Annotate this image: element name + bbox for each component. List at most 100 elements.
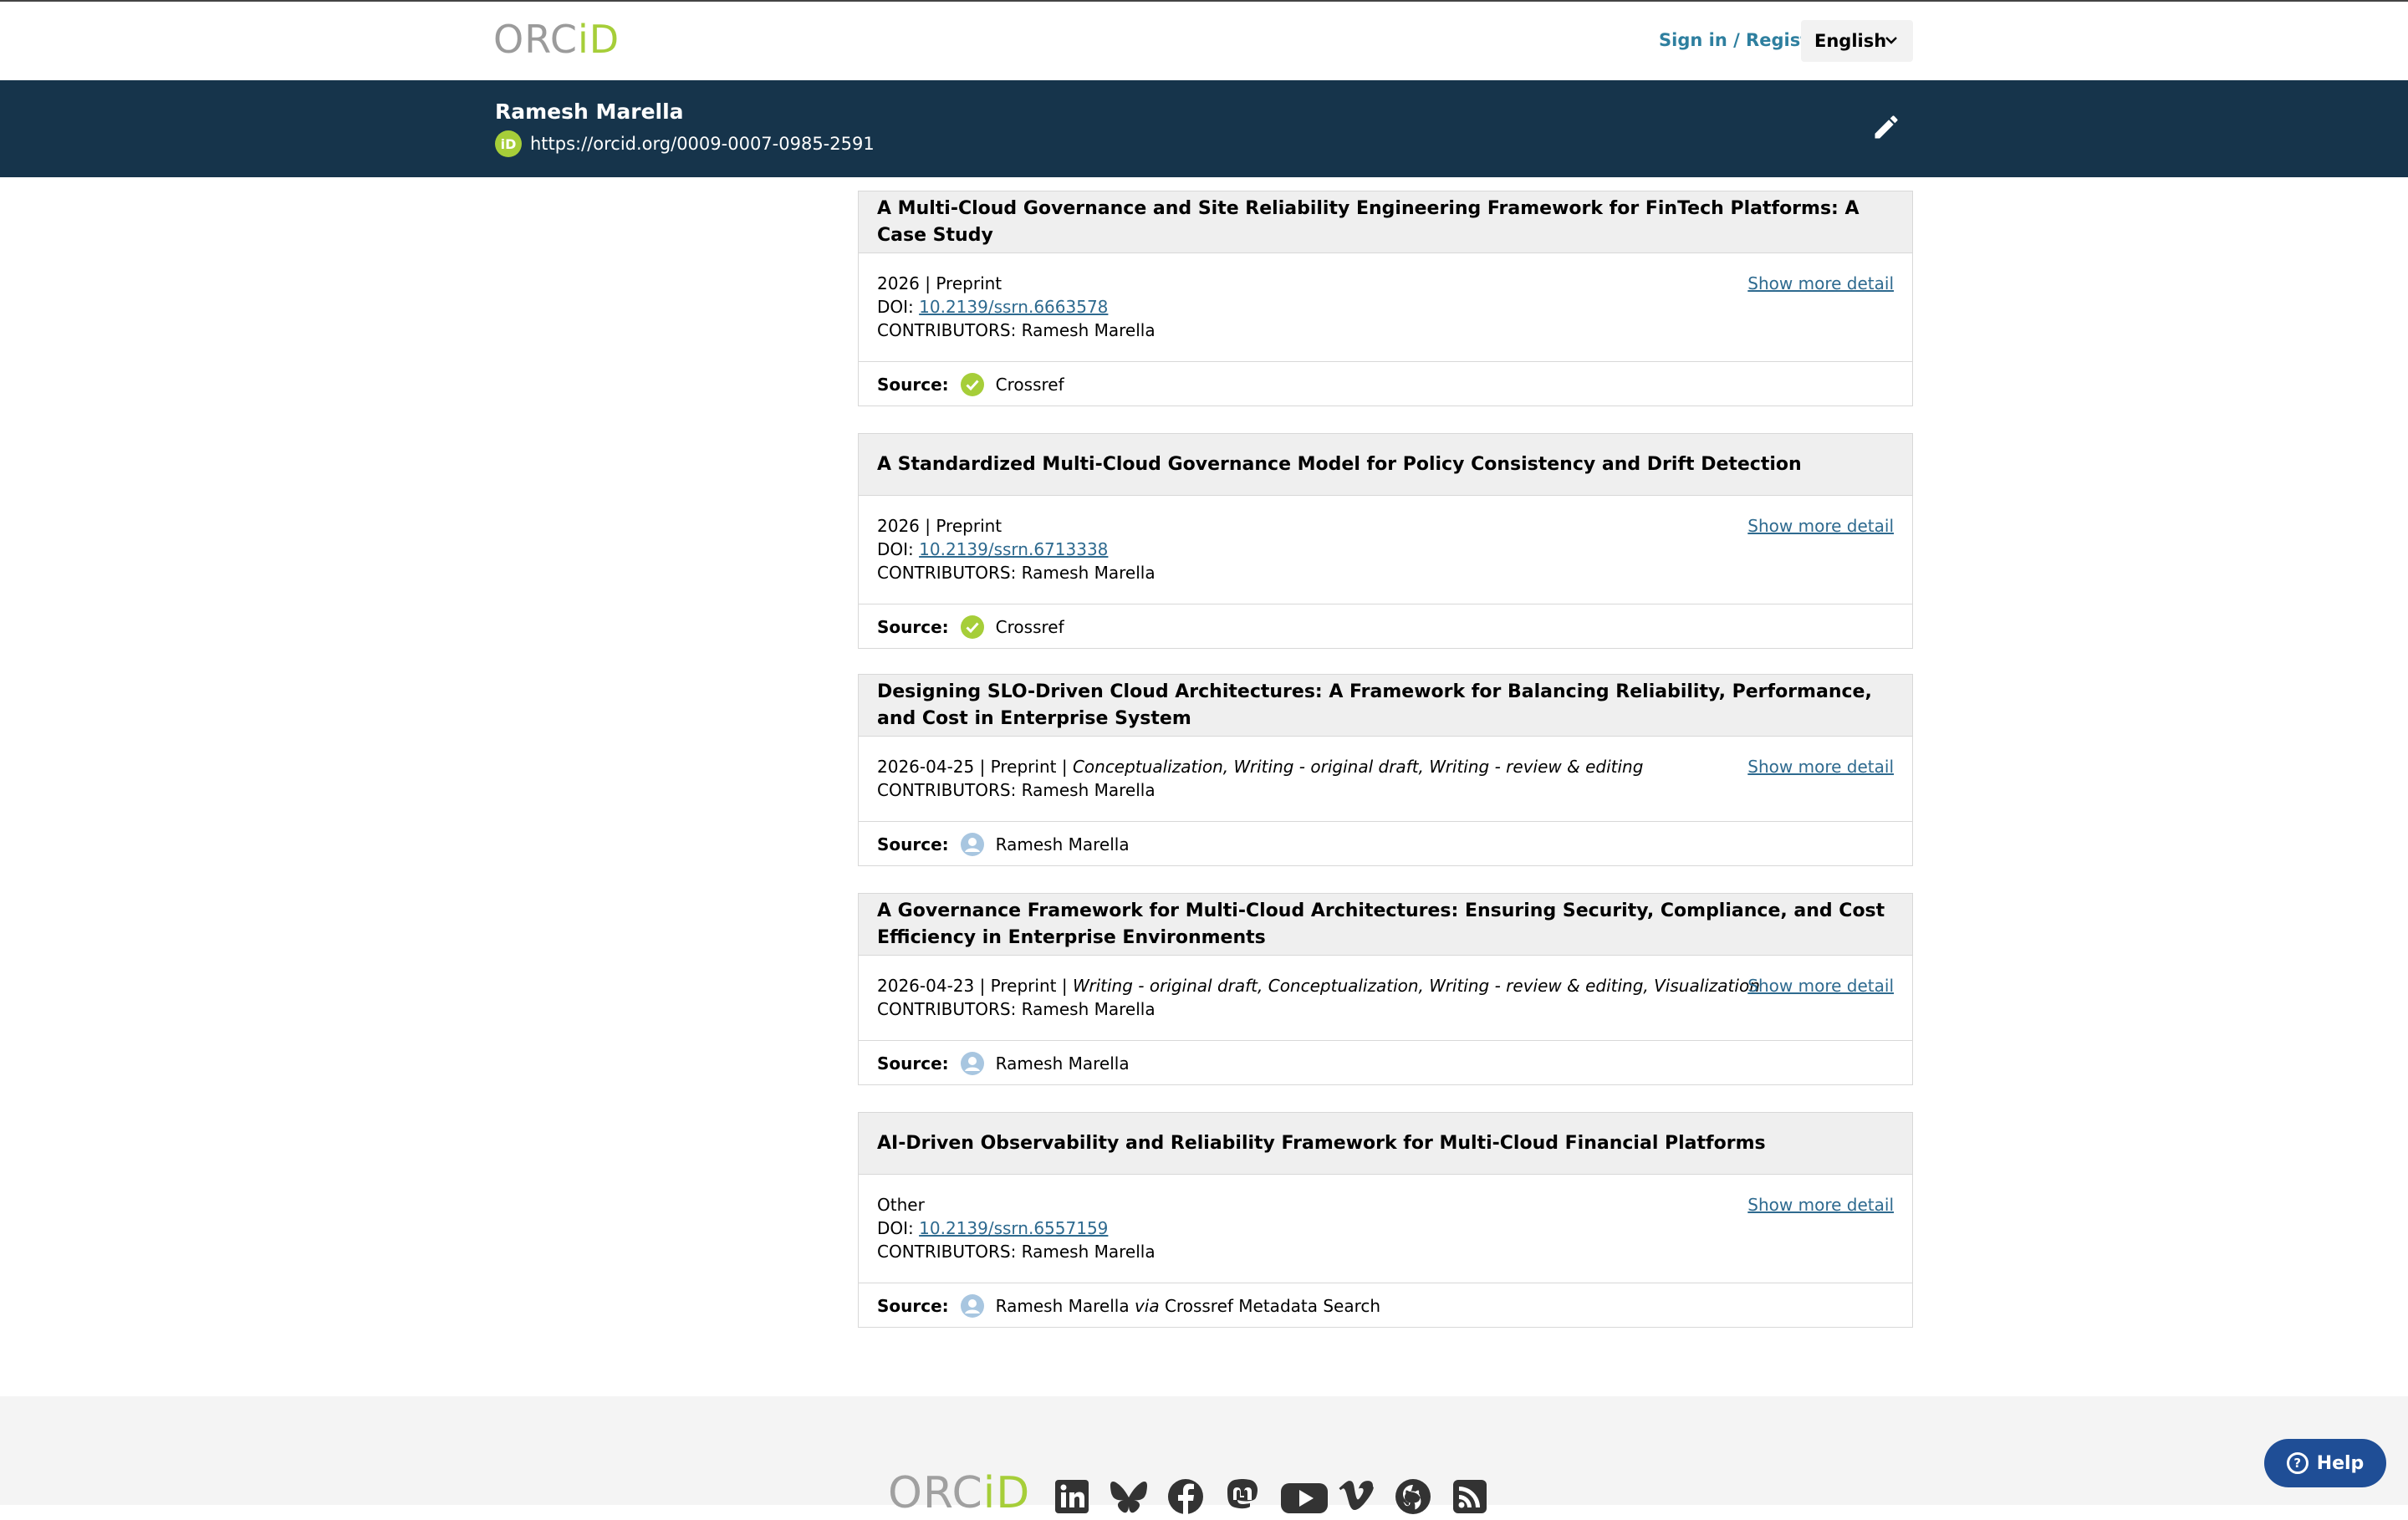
work-meta-line: 2026-04-23 | Preprint | Writing - origin… <box>877 974 1894 997</box>
logo-id-letters: iD <box>578 17 620 62</box>
user-icon <box>960 1052 984 1075</box>
bluesky-icon[interactable] <box>1109 1477 1149 1517</box>
work-title: A Standardized Multi-Cloud Governance Mo… <box>877 453 1802 475</box>
footer-logo-orc: ORC <box>888 1468 983 1518</box>
show-more-detail-link[interactable]: Show more detail <box>1747 1193 1894 1217</box>
source-label: Source: <box>877 834 949 854</box>
work-contributors: CONTRIBUTORS: Ramesh Marella <box>877 780 1156 800</box>
work-card-header: A Governance Framework for Multi-Cloud A… <box>859 894 1912 956</box>
work-source: Source: Crossref <box>859 362 1912 407</box>
work-roles: Conceptualization, Writing - original dr… <box>1072 757 1644 777</box>
work-source: Source: Crossref <box>859 604 1912 650</box>
source-via-name: Crossref Metadata Search <box>1164 1296 1381 1316</box>
work-meta: 2026-04-25 | Preprint | <box>877 757 1073 777</box>
source-name: Ramesh Marella <box>995 1053 1130 1074</box>
work-card: AI-Driven Observability and Reliability … <box>858 1112 1913 1328</box>
work-contributors: CONTRIBUTORS: Ramesh Marella <box>877 563 1156 583</box>
work-title: A Governance Framework for Multi-Cloud A… <box>877 900 1885 948</box>
profile-name: Ramesh Marella <box>495 99 684 124</box>
work-doi-line: DOI: 10.2139/ssrn.6663578 <box>877 295 1894 319</box>
footer-orcid-logo[interactable]: ORCiD <box>888 1468 1030 1518</box>
check-circle-icon <box>960 615 984 639</box>
help-question-icon: ? <box>2286 1452 2309 1474</box>
work-meta: 2026 | Preprint <box>877 273 1002 293</box>
source-label: Source: <box>877 617 949 637</box>
work-title: AI-Driven Observability and Reliability … <box>877 1132 1766 1154</box>
top-header: ORC iD Sign in / Register English <box>0 0 2408 80</box>
doi-label: DOI: <box>877 539 920 559</box>
work-contributors: CONTRIBUTORS: Ramesh Marella <box>877 1242 1156 1262</box>
doi-link[interactable]: 10.2139/ssrn.6663578 <box>919 297 1108 317</box>
vimeo-icon[interactable] <box>1336 1477 1376 1517</box>
work-contributors: CONTRIBUTORS: Ramesh Marella <box>877 320 1156 340</box>
work-meta-line: 2026-04-25 | Preprint | Conceptualizatio… <box>877 755 1894 778</box>
work-card: Designing SLO-Driven Cloud Architectures… <box>858 674 1913 866</box>
orcid-id-row: iD https://orcid.org/0009-0007-0985-2591 <box>495 130 875 157</box>
work-meta: 2026 | Preprint <box>877 516 1002 536</box>
show-more-detail-link[interactable]: Show more detail <box>1747 272 1894 295</box>
work-title: A Multi-Cloud Governance and Site Reliab… <box>877 197 1860 246</box>
orcid-id-icon: iD <box>495 130 522 157</box>
work-doi-line: DOI: 10.2139/ssrn.6557159 <box>877 1217 1894 1240</box>
work-card: A Multi-Cloud Governance and Site Reliab… <box>858 191 1913 406</box>
work-source: Source: Ramesh Marella <box>859 822 1912 867</box>
work-meta: 2026-04-23 | Preprint | <box>877 976 1073 996</box>
source-name: Ramesh Marella <box>995 834 1130 854</box>
profile-banner: Ramesh Marella iD https://orcid.org/0009… <box>0 80 2408 177</box>
work-card-body: 2026-04-23 | Preprint | Writing - origin… <box>859 956 1912 1041</box>
work-card: A Standardized Multi-Cloud Governance Mo… <box>858 433 1913 649</box>
work-card-header: AI-Driven Observability and Reliability … <box>859 1113 1912 1175</box>
source-label: Source: <box>877 375 949 395</box>
doi-link[interactable]: 10.2139/ssrn.6557159 <box>919 1218 1108 1238</box>
rss-icon[interactable] <box>1450 1477 1490 1517</box>
source-name: Ramesh Marella <box>995 1296 1130 1316</box>
work-title: Designing SLO-Driven Cloud Architectures… <box>877 681 1872 729</box>
source-name: Crossref <box>995 375 1064 395</box>
help-label: Help <box>2316 1452 2365 1474</box>
mastodon-icon[interactable] <box>1222 1477 1263 1517</box>
help-button[interactable]: ? Help <box>2264 1439 2386 1487</box>
work-contributors: CONTRIBUTORS: Ramesh Marella <box>877 999 1156 1019</box>
github-icon[interactable] <box>1393 1477 1433 1517</box>
orcid-logo[interactable]: ORC iD <box>493 20 620 59</box>
doi-label: DOI: <box>877 297 920 317</box>
show-more-detail-link[interactable]: Show more detail <box>1747 514 1894 538</box>
work-card-body: 2026 | Preprint DOI: 10.2139/ssrn.666357… <box>859 253 1912 362</box>
work-card-header: A Multi-Cloud Governance and Site Reliab… <box>859 191 1912 253</box>
social-links <box>1052 1477 1490 1517</box>
work-source: Source: Ramesh Marella via Crossref Meta… <box>859 1283 1912 1329</box>
logo-id-text: iD <box>578 20 620 59</box>
work-meta: Other <box>877 1195 925 1215</box>
source-via: via <box>1134 1296 1160 1316</box>
language-value: English <box>1814 31 1887 51</box>
linkedin-icon[interactable] <box>1052 1477 1092 1517</box>
orcid-url[interactable]: https://orcid.org/0009-0007-0985-2591 <box>530 134 875 154</box>
show-more-detail-link[interactable]: Show more detail <box>1747 755 1894 778</box>
work-card-body: 2026-04-25 | Preprint | Conceptualizatio… <box>859 737 1912 822</box>
work-card-header: A Standardized Multi-Cloud Governance Mo… <box>859 434 1912 496</box>
page-footer: ORCiD <box>0 1396 2408 1518</box>
work-card-body: 2026 | Preprint DOI: 10.2139/ssrn.671333… <box>859 496 1912 604</box>
work-source: Source: Ramesh Marella <box>859 1041 1912 1086</box>
work-card-header: Designing SLO-Driven Cloud Architectures… <box>859 675 1912 737</box>
facebook-icon[interactable] <box>1166 1477 1206 1517</box>
logo-orc-text: ORC <box>493 17 578 62</box>
youtube-icon[interactable] <box>1279 1477 1328 1517</box>
check-circle-icon <box>960 373 984 396</box>
edit-pencil-icon[interactable] <box>1871 112 1901 142</box>
source-label: Source: <box>877 1296 949 1316</box>
user-icon <box>960 1294 984 1318</box>
work-doi-line: DOI: 10.2139/ssrn.6713338 <box>877 538 1894 561</box>
doi-label: DOI: <box>877 1218 920 1238</box>
work-roles: Writing - original draft, Conceptualizat… <box>1072 976 1760 996</box>
language-select[interactable]: English <box>1801 20 1913 62</box>
doi-link[interactable]: 10.2139/ssrn.6713338 <box>919 539 1108 559</box>
chevron-down-icon <box>1885 37 1897 44</box>
work-card-body: Other DOI: 10.2139/ssrn.6557159 CONTRIBU… <box>859 1175 1912 1283</box>
source-label: Source: <box>877 1053 949 1074</box>
work-card: A Governance Framework for Multi-Cloud A… <box>858 893 1913 1085</box>
footer-logo-id: iD <box>982 1468 1031 1518</box>
user-icon <box>960 833 984 856</box>
source-name: Crossref <box>995 617 1064 637</box>
show-more-detail-link[interactable]: Show more detail <box>1747 974 1894 997</box>
